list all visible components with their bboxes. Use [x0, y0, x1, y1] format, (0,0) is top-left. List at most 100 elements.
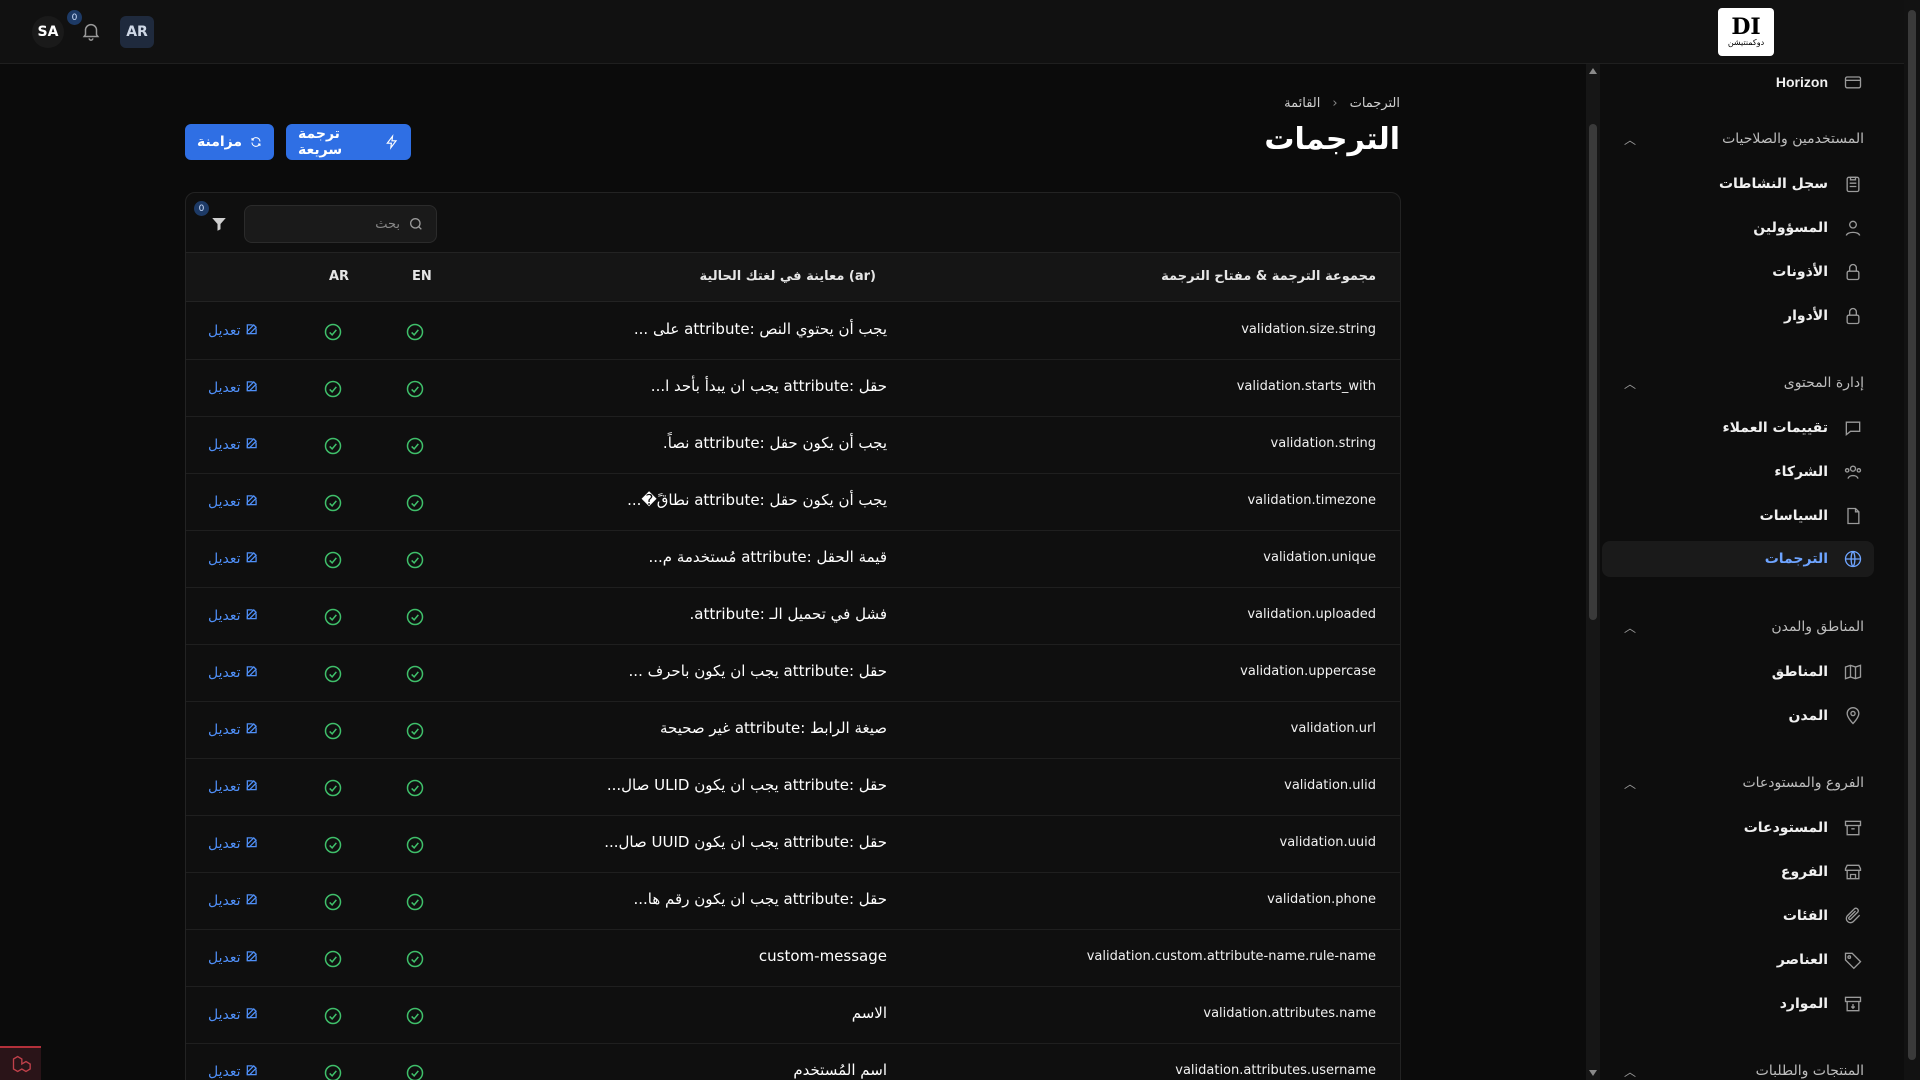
translation-preview: يجب أن يكون حقل :attribute نصاً.	[662, 434, 887, 452]
sidebar-item-label: تقييمات العملاء	[1722, 420, 1828, 436]
edit-label: تعديل	[208, 1064, 241, 1080]
chevron-up-icon: ︿	[1624, 1064, 1637, 1079]
edit-label: تعديل	[208, 494, 241, 510]
scroll-up-icon[interactable]	[1589, 68, 1597, 74]
lock-icon	[1842, 305, 1864, 327]
edit-link[interactable]: تعديل	[208, 949, 259, 967]
check-circle-icon	[323, 949, 343, 969]
sidebar-item-label: الترجمات	[1764, 551, 1828, 567]
edit-link[interactable]: تعديل	[208, 1063, 259, 1080]
sidebar-item-roles[interactable]: الأدوار	[1616, 298, 1864, 334]
sidebar-scroll-thumb[interactable]	[1908, 10, 1916, 1060]
sidebar-section-users[interactable]: ︿ المستخدمين والصلاحيات	[1616, 125, 1864, 153]
edit-link[interactable]: تعديل	[208, 1006, 259, 1024]
edit-icon	[245, 607, 259, 625]
filter-icon[interactable]	[210, 215, 228, 233]
sidebar-item-label: العناصر	[1776, 952, 1828, 968]
sidebar-item-policies[interactable]: السياسات	[1616, 498, 1864, 534]
search-box[interactable]	[244, 205, 437, 243]
section-label: المنتجات والطلبات	[1755, 1063, 1864, 1079]
check-circle-icon	[323, 436, 343, 456]
archive-download-icon	[1842, 993, 1864, 1015]
sidebar-item-label: الموارد	[1779, 996, 1828, 1012]
check-circle-icon	[405, 778, 425, 798]
main-scroll-thumb[interactable]	[1589, 124, 1597, 620]
translation-key: validation.ulid	[1284, 778, 1376, 793]
edit-label: تعديل	[208, 551, 241, 567]
sync-button[interactable]: مزامنة	[185, 124, 274, 160]
translation-key: validation.custom.attribute-name.rule-na…	[1086, 949, 1376, 964]
section-label: إدارة المحتوى	[1783, 375, 1864, 391]
edit-icon	[245, 379, 259, 397]
sidebar-item-items[interactable]: العناصر	[1616, 942, 1864, 978]
translation-preview: حقل :attribute يجب ان يكون UUID صال...	[604, 833, 887, 851]
column-header-en: EN	[412, 269, 432, 284]
sidebar-item-cities[interactable]: المدن	[1616, 698, 1864, 734]
sidebar-section-content[interactable]: ︿ إدارة المحتوى	[1616, 369, 1864, 397]
edit-link[interactable]: تعديل	[208, 493, 259, 511]
check-circle-icon	[405, 379, 425, 399]
sidebar-item-horizon[interactable]: Horizon	[1616, 64, 1864, 100]
sidebar-section-products[interactable]: ︿ المنتجات والطلبات	[1616, 1057, 1864, 1080]
check-circle-icon	[405, 322, 425, 342]
column-header-preview: معاينة في لغتك الحالية (ar)	[699, 269, 876, 284]
lock-icon	[1842, 261, 1864, 283]
sidebar-item-reviews[interactable]: تقييمات العملاء	[1616, 410, 1864, 446]
user-avatar[interactable]: SA	[32, 16, 64, 48]
translation-key: validation.string	[1270, 436, 1376, 451]
sidebar-item-activity-log[interactable]: سجل النشاطات	[1616, 166, 1864, 202]
edit-link[interactable]: تعديل	[208, 664, 259, 682]
top-bar: SA 0 AR DI دوكمنتيشن	[0, 0, 1920, 64]
scroll-down-icon[interactable]	[1589, 1070, 1597, 1076]
translation-preview: حقل :attribute يجب ان يكون رقم ها...	[633, 890, 888, 908]
table-row: validation.starts_with حقل :attribute يجب…	[186, 360, 1400, 417]
laravel-icon	[12, 1055, 31, 1073]
check-circle-icon	[323, 1063, 343, 1080]
edit-icon	[245, 550, 259, 568]
check-circle-icon	[323, 607, 343, 627]
check-circle-icon	[323, 664, 343, 684]
edit-link[interactable]: تعديل	[208, 835, 259, 853]
sidebar-item-partners[interactable]: الشركاء	[1616, 454, 1864, 490]
edit-link[interactable]: تعديل	[208, 607, 259, 625]
edit-icon	[245, 835, 259, 853]
edit-link[interactable]: تعديل	[208, 778, 259, 796]
sidebar-item-admins[interactable]: المسؤولين	[1616, 210, 1864, 246]
sidebar-section-regions[interactable]: ︿ المناطق والمدن	[1616, 613, 1864, 641]
sidebar-item-regions[interactable]: المناطق	[1616, 654, 1864, 690]
search-input[interactable]	[270, 216, 400, 232]
app-logo[interactable]: DI دوكمنتيشن	[1718, 8, 1774, 56]
sidebar-item-resources[interactable]: الموارد	[1616, 986, 1864, 1022]
table-row: validation.size.string يجب أن يحتوي النص …	[186, 303, 1400, 360]
sidebar-section-branches[interactable]: ︿ الفروع والمستودعات	[1616, 769, 1864, 797]
edit-link[interactable]: تعديل	[208, 322, 259, 340]
check-circle-icon	[405, 550, 425, 570]
edit-link[interactable]: تعديل	[208, 892, 259, 910]
edit-label: تعديل	[208, 437, 241, 453]
quick-translate-button[interactable]: ترجمة سريعة	[286, 124, 411, 160]
check-circle-icon	[323, 1006, 343, 1026]
translation-preview: يجب أن يكون حقل :attribute نطاقً�...	[627, 491, 887, 509]
table-row: validation.attributes.username اسم المُست…	[186, 1044, 1400, 1080]
sidebar-item-permissions[interactable]: الأذونات	[1616, 254, 1864, 290]
edit-link[interactable]: تعديل	[208, 436, 259, 454]
edit-link[interactable]: تعديل	[208, 721, 259, 739]
sidebar-scrollbar[interactable]	[1904, 0, 1920, 1080]
sidebar-item-branches[interactable]: الفروع	[1616, 854, 1864, 890]
breadcrumb-parent[interactable]: القائمة	[1284, 96, 1320, 111]
edit-link[interactable]: تعديل	[208, 550, 259, 568]
bell-icon[interactable]	[80, 20, 102, 42]
sidebar-item-translations[interactable]: الترجمات	[1602, 541, 1874, 577]
check-circle-icon	[323, 778, 343, 798]
sidebar-item-warehouses[interactable]: المستودعات	[1616, 810, 1864, 846]
main-scrollbar[interactable]	[1586, 64, 1600, 1080]
translation-key: validation.attributes.name	[1203, 1006, 1376, 1021]
translation-preview: فشل في تحميل الـ :attribute.	[689, 605, 887, 623]
language-switcher[interactable]: AR	[120, 16, 154, 48]
debug-toolbar-icon[interactable]	[0, 1046, 41, 1080]
edit-icon	[245, 721, 259, 739]
sidebar-item-categories[interactable]: الفئات	[1616, 898, 1864, 934]
edit-link[interactable]: تعديل	[208, 379, 259, 397]
check-circle-icon	[323, 322, 343, 342]
tag-icon	[1842, 949, 1864, 971]
